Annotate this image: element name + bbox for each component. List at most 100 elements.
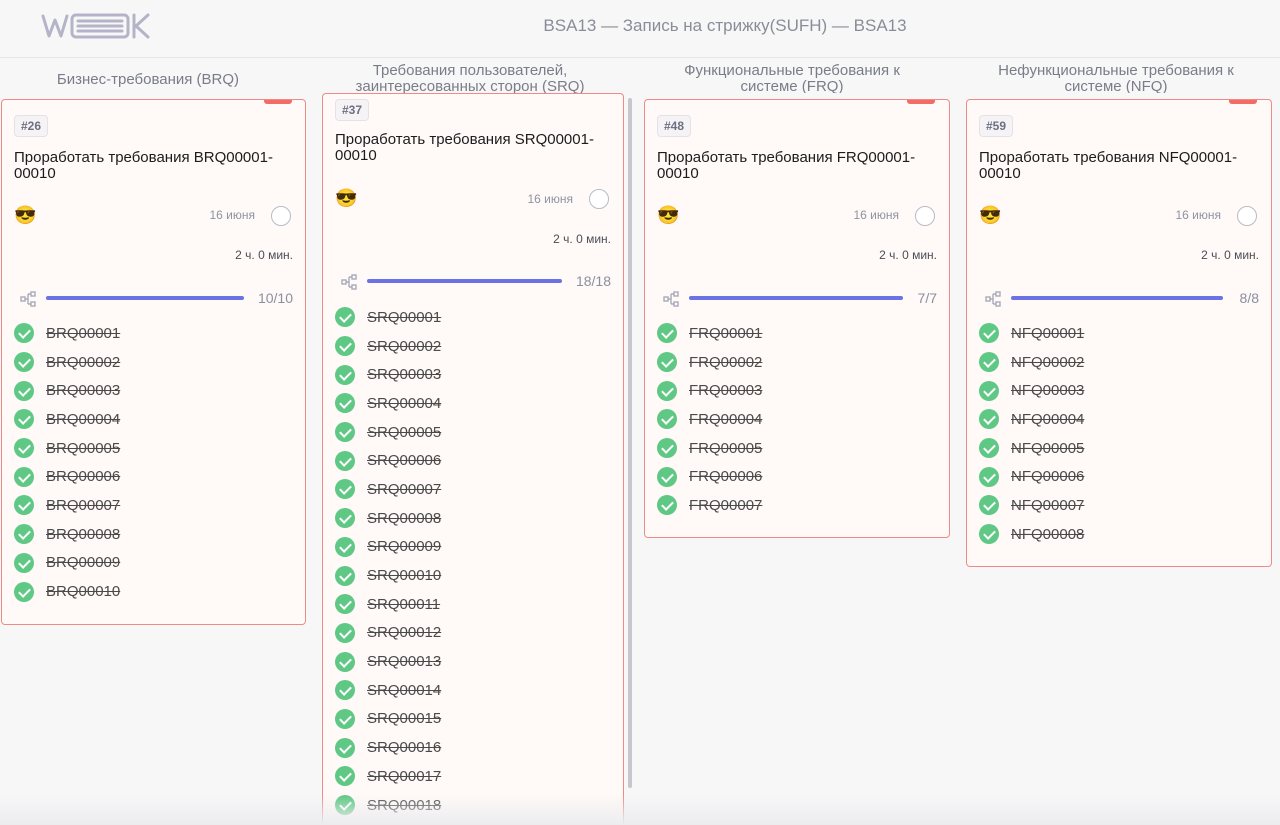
subtask-label[interactable]: FRQ00006 — [689, 468, 762, 485]
subtask-item[interactable]: FRQ00004 — [657, 405, 941, 434]
checkmark-done-icon[interactable] — [14, 466, 34, 487]
subtask-item[interactable]: SRQ00012 — [335, 619, 615, 648]
subtask-label[interactable]: SRQ00017 — [367, 768, 441, 785]
subtask-label[interactable]: NFQ00002 — [1011, 354, 1084, 371]
subtask-label[interactable]: BRQ00007 — [46, 497, 120, 514]
task-title[interactable]: Проработать требования FRQ00001-00010 — [657, 150, 937, 182]
subtask-label[interactable]: FRQ00005 — [689, 440, 762, 457]
checkmark-done-icon[interactable] — [657, 438, 677, 459]
checkmark-done-icon[interactable] — [657, 466, 677, 487]
subtask-label[interactable]: FRQ00004 — [689, 411, 762, 428]
subtask-label[interactable]: SRQ00011 — [367, 596, 440, 613]
column-title-nfq[interactable]: Нефункциональные требования к системе (N… — [976, 63, 1256, 93]
subtask-label[interactable]: FRQ00002 — [689, 354, 762, 371]
checkmark-done-icon[interactable] — [335, 651, 355, 672]
subtask-item[interactable]: BRQ00010 — [14, 577, 297, 606]
subtask-item[interactable]: SRQ00009 — [335, 533, 615, 562]
subtask-label[interactable]: BRQ00009 — [46, 554, 120, 571]
subtask-label[interactable]: SRQ00006 — [367, 452, 441, 469]
subtask-item[interactable]: BRQ00002 — [14, 348, 297, 377]
subtask-item[interactable]: NFQ00002 — [979, 348, 1263, 377]
checkmark-done-icon[interactable] — [979, 495, 999, 516]
checkmark-done-icon[interactable] — [657, 495, 677, 516]
subtask-item[interactable]: SRQ00004 — [335, 389, 615, 418]
subtask-item[interactable]: SRQ00006 — [335, 446, 615, 475]
subtask-label[interactable]: BRQ00008 — [46, 526, 120, 543]
subtask-label[interactable]: FRQ00007 — [689, 497, 762, 514]
subtask-label[interactable]: NFQ00008 — [1011, 526, 1084, 543]
task-card-nfq[interactable]: #59 Проработать требования NFQ00001-0001… — [966, 99, 1272, 567]
subtask-item[interactable]: FRQ00003 — [657, 376, 941, 405]
checkmark-done-icon[interactable] — [979, 352, 999, 373]
subtask-item[interactable]: BRQ00003 — [14, 376, 297, 405]
assignee-avatar[interactable]: 😎 — [657, 205, 679, 225]
subtask-item[interactable]: BRQ00008 — [14, 520, 297, 549]
task-card-frq[interactable]: #48 Проработать требования FRQ00001-0001… — [644, 99, 950, 538]
checkmark-done-icon[interactable] — [335, 680, 355, 701]
column-title-brq[interactable]: Бизнес-требования (BRQ) — [10, 72, 286, 90]
subtask-label[interactable]: BRQ00003 — [46, 382, 120, 399]
subtask-item[interactable]: BRQ00001 — [14, 319, 297, 348]
subtask-label[interactable]: NFQ00001 — [1011, 325, 1084, 342]
subtask-label[interactable]: NFQ00006 — [1011, 468, 1084, 485]
due-date[interactable]: 16 июня — [1175, 208, 1221, 222]
subtask-item[interactable]: SRQ00013 — [335, 647, 615, 676]
checkmark-done-icon[interactable] — [335, 307, 355, 328]
subtask-item[interactable]: NFQ00008 — [979, 520, 1263, 549]
subtask-label[interactable]: SRQ00008 — [367, 510, 441, 527]
subtask-label[interactable]: FRQ00003 — [689, 382, 762, 399]
complete-toggle[interactable] — [271, 206, 291, 226]
subtask-label[interactable]: SRQ00007 — [367, 481, 441, 498]
subtask-label[interactable]: SRQ00004 — [367, 395, 441, 412]
subtask-label[interactable]: SRQ00010 — [367, 567, 441, 584]
subtask-label[interactable]: SRQ00015 — [367, 710, 441, 727]
checkmark-done-icon[interactable] — [14, 524, 34, 545]
subtask-label[interactable]: SRQ00016 — [367, 739, 441, 756]
subtask-item[interactable]: FRQ00007 — [657, 491, 941, 520]
subtask-label[interactable]: BRQ00005 — [46, 440, 120, 457]
checkmark-done-icon[interactable] — [657, 409, 677, 430]
checkmark-done-icon[interactable] — [657, 323, 677, 344]
subtask-label[interactable]: BRQ00006 — [46, 468, 120, 485]
subtask-label[interactable]: FRQ00001 — [689, 325, 762, 342]
subtask-item[interactable]: FRQ00002 — [657, 348, 941, 377]
subtask-label[interactable]: SRQ00009 — [367, 538, 441, 555]
subtask-item[interactable]: FRQ00005 — [657, 434, 941, 463]
subtask-label[interactable]: NFQ00004 — [1011, 411, 1084, 428]
subtask-item[interactable]: BRQ00009 — [14, 549, 297, 578]
complete-toggle[interactable] — [915, 206, 935, 226]
checkmark-done-icon[interactable] — [979, 380, 999, 401]
subtask-label[interactable]: SRQ00014 — [367, 682, 441, 699]
subtask-item[interactable]: SRQ00001 — [335, 303, 615, 332]
subtask-item[interactable]: SRQ00002 — [335, 332, 615, 361]
subtask-item[interactable]: SRQ00016 — [335, 733, 615, 762]
task-title[interactable]: Проработать требования SRQ00001-00010 — [335, 132, 615, 164]
complete-toggle[interactable] — [1237, 206, 1257, 226]
task-title[interactable]: Проработать требования NFQ00001-00010 — [979, 150, 1259, 182]
checkmark-done-icon[interactable] — [335, 479, 355, 500]
due-date[interactable]: 16 июня — [853, 208, 899, 222]
column-title-frq[interactable]: Функциональные требования к системе (FRQ… — [656, 63, 928, 93]
checkmark-done-icon[interactable] — [335, 450, 355, 471]
checkmark-done-icon[interactable] — [335, 393, 355, 414]
checkmark-done-icon[interactable] — [14, 495, 34, 516]
column-title-srq[interactable]: Требования пользователей, заинтересованн… — [330, 63, 610, 93]
subtask-item[interactable]: FRQ00001 — [657, 319, 941, 348]
subtask-item[interactable]: SRQ00015 — [335, 705, 615, 734]
due-date[interactable]: 16 июня — [209, 208, 255, 222]
subtask-item[interactable]: SRQ00014 — [335, 676, 615, 705]
checkmark-done-icon[interactable] — [335, 508, 355, 529]
checkmark-done-icon[interactable] — [14, 323, 34, 344]
subtask-item[interactable]: NFQ00005 — [979, 434, 1263, 463]
checkmark-done-icon[interactable] — [657, 380, 677, 401]
subtask-item[interactable]: BRQ00006 — [14, 462, 297, 491]
subtask-item[interactable]: SRQ00011 — [335, 590, 615, 619]
subtask-item[interactable]: SRQ00007 — [335, 475, 615, 504]
subtask-label[interactable]: NFQ00003 — [1011, 382, 1084, 399]
checkmark-done-icon[interactable] — [657, 352, 677, 373]
subtask-item[interactable]: SRQ00005 — [335, 418, 615, 447]
checkmark-done-icon[interactable] — [335, 766, 355, 787]
task-title[interactable]: Проработать требования BRQ00001-00010 — [14, 150, 294, 182]
complete-toggle[interactable] — [589, 189, 609, 209]
assignee-avatar[interactable]: 😎 — [14, 205, 36, 225]
